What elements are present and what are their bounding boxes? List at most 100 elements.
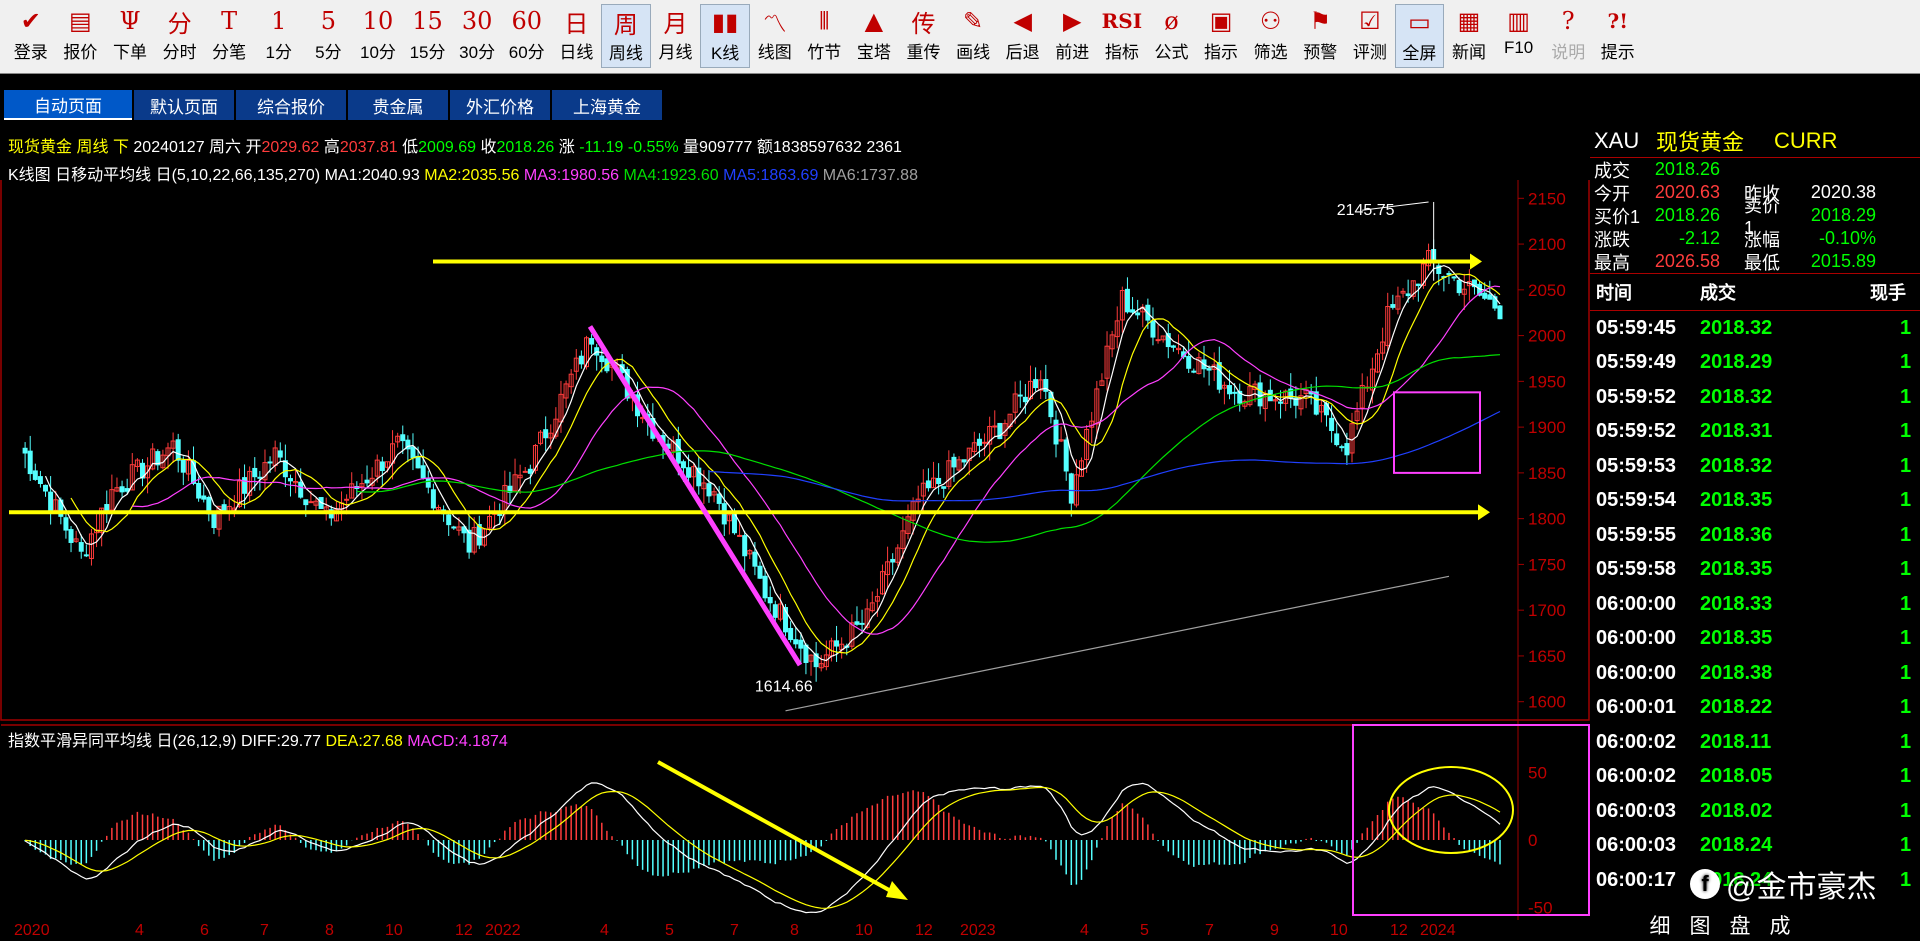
candle-body [680, 461, 686, 469]
kline-button[interactable]: ▮▮ K线 [700, 4, 750, 68]
1min-button[interactable]: 1 1分 [254, 4, 304, 68]
timeshare-button[interactable]: 分分时 [155, 4, 205, 68]
page-tab-0[interactable]: 自动页面 [4, 90, 132, 120]
back-button[interactable]: ◀ 后退 [998, 4, 1048, 68]
price-tick-label: 1600 [1528, 693, 1566, 712]
evaluate-button[interactable]: ☑ 评测 [1345, 4, 1395, 68]
candle-body [267, 461, 273, 464]
tips-button[interactable]: ?! 提示 [1593, 4, 1643, 68]
5min-button[interactable]: 5 5分 [304, 4, 354, 68]
tick-vol: 1 [1900, 765, 1912, 788]
candle-body [78, 542, 84, 552]
bamboo-button[interactable]: ⦀ 竹节 [800, 4, 850, 68]
quote-panel: XAU 现货黄金 CURR 成交 2018.26 今开 2020.63 昨收 2020.3… [1590, 124, 1920, 941]
f10-icon: ▥ [1507, 7, 1530, 35]
5min-label: 5分 [315, 43, 342, 62]
login-button[interactable]: ✔ 登录 [6, 4, 56, 68]
candle-body [430, 489, 436, 509]
resend-button[interactable]: 传重传 [899, 4, 949, 68]
candle-body [63, 517, 69, 531]
candle-body [1497, 305, 1503, 320]
macd-tick-label: 50 [1528, 764, 1547, 783]
order-button[interactable]: Ψ 下单 [105, 4, 155, 68]
quote-button[interactable]: ▤ 报价 [56, 4, 106, 68]
panel-tab-0[interactable]: 细 [1640, 910, 1680, 940]
weekly-button[interactable]: 周周线 [601, 4, 651, 68]
tick-time: 06:00:03 [1596, 799, 1677, 822]
tick-row: 06:00:02 2018.05 1 [1590, 760, 1920, 795]
tower-button[interactable]: ▲ 宝塔 [849, 4, 899, 68]
10min-button[interactable]: 10 10分 [353, 4, 403, 68]
tick-time: 05:59:58 [1596, 558, 1677, 581]
page-tab-5[interactable]: 上海黄金 [552, 90, 662, 120]
monthly-button[interactable]: 月月线 [651, 4, 701, 68]
alert-icon: ⚑ [1309, 7, 1331, 35]
30min-button[interactable]: 30 30分 [452, 4, 502, 68]
tick-row: 05:59:45 2018.32 1 [1590, 311, 1920, 346]
tick-button[interactable]: T 分笔 [204, 4, 254, 68]
tick-price: 2018.24 [1700, 834, 1773, 857]
fullscreen-button[interactable]: ▭ 全屏 [1394, 4, 1445, 68]
f10-button[interactable]: ▥ F10 [1494, 4, 1544, 68]
15min-button[interactable]: 15 15分 [403, 4, 453, 68]
quote-value: -0.10% [1818, 228, 1876, 248]
candle-body [420, 465, 426, 479]
watermark-text: @金市豪杰 [1726, 871, 1877, 904]
alert-button[interactable]: ⚑ 预警 [1295, 4, 1345, 68]
panel-tab-3[interactable]: 成 [1760, 910, 1800, 940]
daily-button[interactable]: 日日线 [552, 4, 602, 68]
tick-list[interactable]: 05:59:45 2018.32 1 05:59:49 2018.29 1 05:59:52… [1590, 311, 1920, 898]
candle-body [941, 486, 947, 489]
quote-label: 报价 [63, 43, 98, 62]
x-tick-label: 2022 [485, 922, 521, 939]
60min-button[interactable]: 60 60分 [502, 4, 552, 68]
kline-info-bar: 现货黄金 周线 下 20240127 周六 开2029.62 高2037.81 … [8, 133, 902, 157]
x-tick-label: 7 [730, 922, 739, 939]
candle-body [303, 499, 309, 506]
ma-highlight-box [1393, 391, 1481, 474]
page-tab-3[interactable]: 贵金属 [348, 90, 448, 120]
tick-time: 06:00:17 [1596, 868, 1677, 891]
formula-button[interactable]: ø 公式 [1147, 4, 1197, 68]
tick-row: 05:59:52 2018.32 1 [1590, 380, 1920, 415]
forward-button[interactable]: ▶ 前进 [1047, 4, 1097, 68]
bamboo-icon: ⦀ [819, 7, 830, 35]
indicate-button[interactable]: ▣ 指示 [1196, 4, 1246, 68]
indicator-button[interactable]: RSI 指标 [1097, 4, 1147, 68]
quote-rows: 成交 2018.26 今开 2020.63 昨收 2020.38 买价1 2018.26 卖价1… [1590, 158, 1920, 273]
forward-label: 前进 [1055, 43, 1090, 62]
kline-chart[interactable]: 2150 2100 2050 2000 1950 1900 1850 1800 1750 1700… [0, 180, 1590, 941]
candle-body [497, 513, 503, 516]
tower-icon: ▲ [864, 7, 884, 35]
linechart-button[interactable]: 〽线图 [750, 4, 800, 68]
evaluate-label: 评测 [1352, 43, 1387, 62]
tick-time: 05:59:52 [1596, 385, 1677, 408]
panel-tab-2[interactable]: 盘 [1720, 910, 1760, 940]
candle-body [196, 482, 202, 499]
candle-body [757, 565, 763, 579]
volume-label: 量 [683, 139, 700, 156]
volume-value: 909777 [699, 139, 753, 156]
back-icon: ◀ [1013, 7, 1032, 35]
candle-body [27, 450, 33, 475]
page-tab-4[interactable]: 外汇价格 [450, 90, 550, 120]
linechart-icon: 〽 [762, 9, 787, 38]
panel-tab-1[interactable]: 图 [1680, 910, 1720, 940]
tick-row: 06:00:03 2018.24 1 [1590, 829, 1920, 864]
change-pct: -0.55% [627, 139, 679, 156]
candle-body [400, 434, 406, 442]
ticks-header: 时间 成交 现手 [1590, 273, 1920, 311]
filter-button[interactable]: ⚇ 筛选 [1246, 4, 1296, 68]
candle-body [1022, 396, 1028, 403]
draw-button[interactable]: ✎ 画线 [948, 4, 998, 68]
page-tab-1[interactable]: 默认页面 [134, 90, 234, 120]
news-label: 新闻 [1452, 43, 1487, 62]
tower-label: 宝塔 [856, 43, 891, 62]
filter-label: 筛选 [1253, 43, 1288, 62]
candle-body [1155, 339, 1161, 342]
news-button[interactable]: ▦ 新闻 [1444, 4, 1494, 68]
page-tab-2[interactable]: 综合报价 [236, 90, 346, 120]
amount-label: 额 [756, 139, 773, 156]
tick-vol: 1 [1900, 351, 1912, 374]
x-tick-label: 2023 [960, 922, 996, 939]
